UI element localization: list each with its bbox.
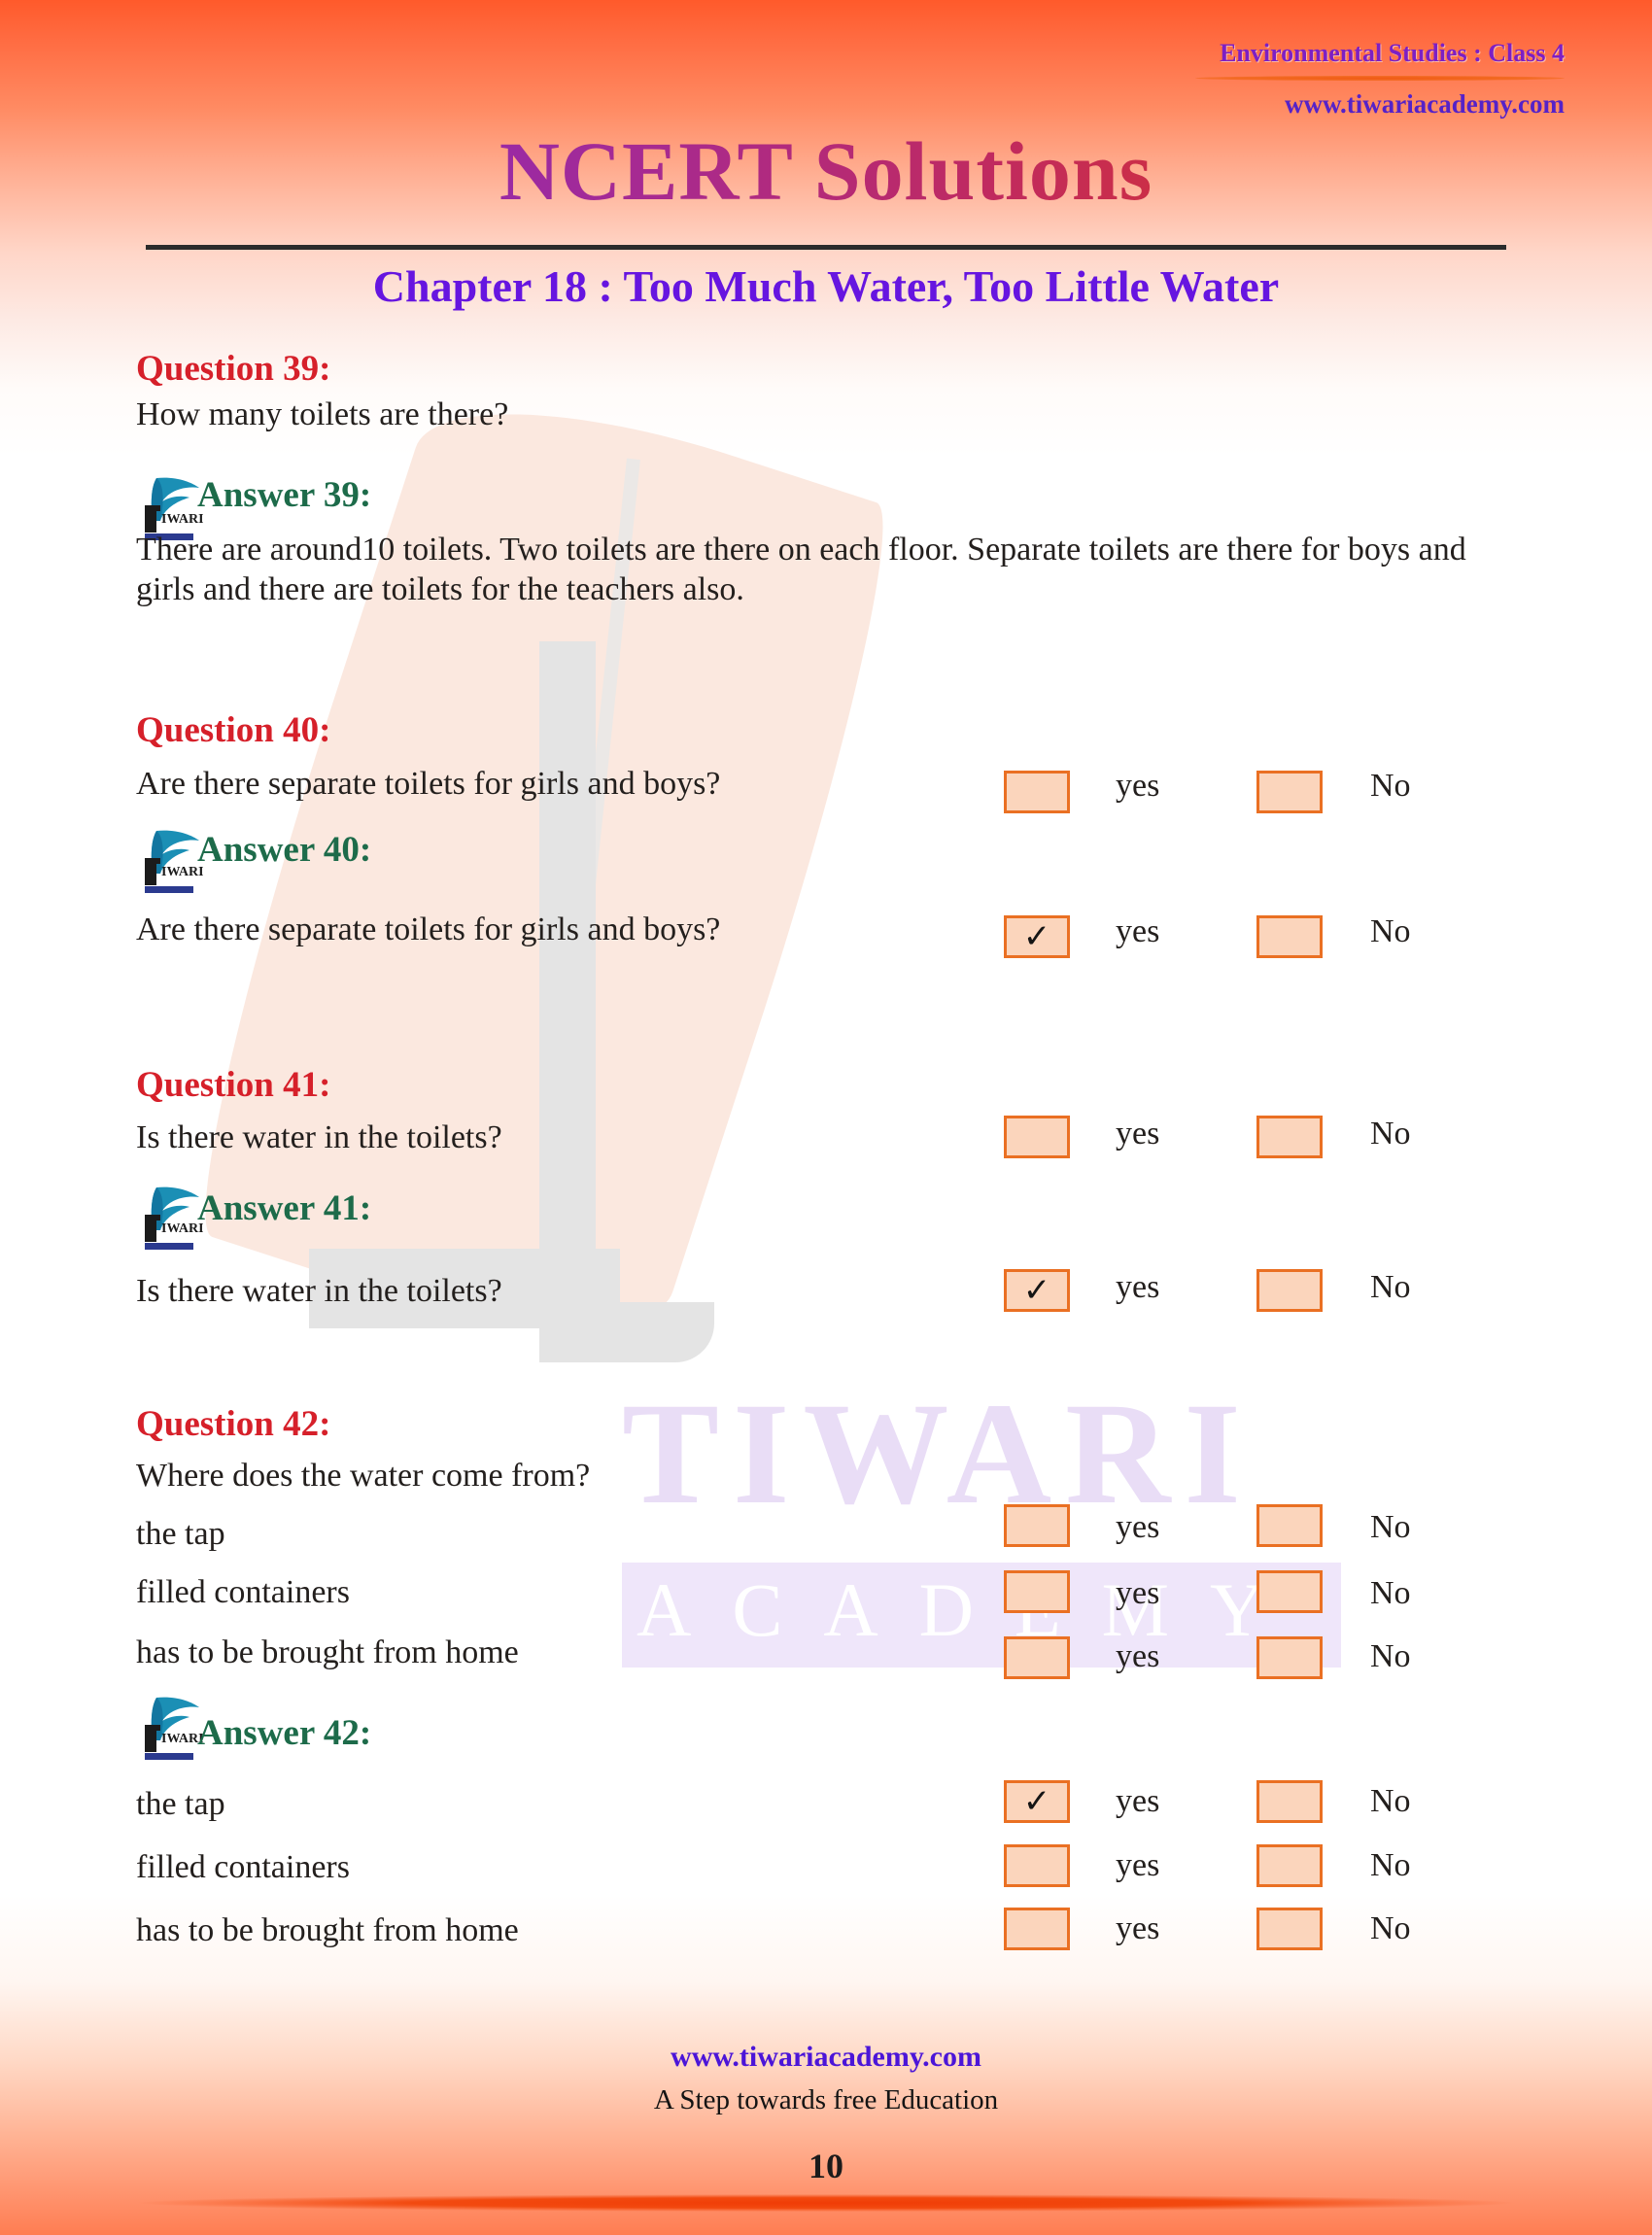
question-41-yes-label: yes bbox=[1116, 1116, 1160, 1152]
answer-41-no-checkbox[interactable] bbox=[1256, 1269, 1323, 1312]
question-40-yes-label: yes bbox=[1116, 768, 1160, 804]
header-subject: Environmental Studies : Class 4 bbox=[1220, 39, 1565, 67]
question-42-option-3-no-checkbox[interactable] bbox=[1256, 1636, 1323, 1679]
answer-40-label: Answer 40: bbox=[197, 830, 372, 870]
question-42-option-2-no-label: No bbox=[1370, 1575, 1411, 1611]
answer-40-yes-checkbox[interactable]: ✓ bbox=[1004, 915, 1070, 958]
title-divider bbox=[146, 245, 1506, 250]
question-42-option-3-yes-label: yes bbox=[1116, 1638, 1160, 1674]
answer-42-option-2-yes-checkbox[interactable] bbox=[1004, 1844, 1070, 1887]
tiwari-academy-logo-icon: IWARI bbox=[131, 1186, 203, 1250]
answer-42-option-2-label: filled containers bbox=[136, 1849, 350, 1885]
question-42-option-1-no-checkbox[interactable] bbox=[1256, 1504, 1323, 1547]
question-42-option-3-label: has to be brought from home bbox=[136, 1634, 519, 1670]
question-42-option-3-yes-checkbox[interactable] bbox=[1004, 1636, 1070, 1679]
header-divider bbox=[1195, 76, 1565, 81]
checkmark-icon: ✓ bbox=[1022, 1782, 1051, 1821]
footer-divider bbox=[136, 2194, 1516, 2212]
answer-41-no-label: No bbox=[1370, 1269, 1411, 1305]
question-42-option-1-yes-label: yes bbox=[1116, 1509, 1160, 1545]
question-40-label: Question 40: bbox=[136, 710, 331, 750]
question-42-text: Where does the water come from? bbox=[136, 1458, 591, 1494]
question-41-text: Is there water in the toilets? bbox=[136, 1119, 502, 1155]
question-42-option-2-no-checkbox[interactable] bbox=[1256, 1570, 1323, 1613]
question-42-option-2-yes-checkbox[interactable] bbox=[1004, 1570, 1070, 1613]
question-41-yes-checkbox[interactable] bbox=[1004, 1116, 1070, 1158]
answer-39-text: There are around10 toilets. Two toilets … bbox=[136, 532, 1466, 608]
answer-42-option-1-yes-label: yes bbox=[1116, 1783, 1160, 1819]
answer-39-label: Answer 39: bbox=[197, 475, 372, 515]
answer-42-option-3-yes-checkbox[interactable] bbox=[1004, 1908, 1070, 1950]
question-39-text: How many toilets are there? bbox=[136, 396, 509, 432]
checkmark-icon: ✓ bbox=[1022, 1271, 1051, 1310]
answer-40-yes-label: yes bbox=[1116, 913, 1160, 949]
page-canvas: TIWARI ACADEMY Environmental Studies : C… bbox=[0, 0, 1652, 2235]
answer-42-option-3-no-checkbox[interactable] bbox=[1256, 1908, 1323, 1950]
question-40-no-checkbox[interactable] bbox=[1256, 771, 1323, 813]
question-42-option-1-no-label: No bbox=[1370, 1509, 1411, 1545]
tiwari-academy-logo-icon: IWARI bbox=[131, 829, 203, 893]
question-42-option-1-label: the tap bbox=[136, 1516, 225, 1552]
answer-40-no-label: No bbox=[1370, 913, 1411, 949]
question-40-no-label: No bbox=[1370, 768, 1411, 804]
question-41-label: Question 41: bbox=[136, 1065, 331, 1105]
answer-42-option-1-label: the tap bbox=[136, 1786, 225, 1822]
answer-42-option-1-no-checkbox[interactable] bbox=[1256, 1780, 1323, 1823]
answer-41-label: Answer 41: bbox=[197, 1188, 372, 1228]
question-41-no-checkbox[interactable] bbox=[1256, 1116, 1323, 1158]
question-42-option-1-yes-checkbox[interactable] bbox=[1004, 1504, 1070, 1547]
header-website-link[interactable]: www.tiwariacademy.com bbox=[1285, 89, 1565, 120]
answer-40-no-checkbox[interactable] bbox=[1256, 915, 1323, 958]
answer-42-option-1-no-label: No bbox=[1370, 1783, 1411, 1819]
question-42-option-2-yes-label: yes bbox=[1116, 1575, 1160, 1611]
answer-42-option-2-no-label: No bbox=[1370, 1847, 1411, 1883]
answer-42-option-3-yes-label: yes bbox=[1116, 1910, 1160, 1946]
page-number: 10 bbox=[809, 2147, 843, 2185]
question-42-option-2-label: filled containers bbox=[136, 1574, 350, 1610]
answer-42-option-2-no-checkbox[interactable] bbox=[1256, 1844, 1323, 1887]
footer-tagline: A Step towards free Education bbox=[653, 2084, 999, 2115]
tiwari-academy-logo-icon: IWARI bbox=[131, 1696, 203, 1760]
answer-42-option-2-yes-label: yes bbox=[1116, 1847, 1160, 1883]
question-41-no-label: No bbox=[1370, 1116, 1411, 1152]
question-39-label: Question 39: bbox=[136, 349, 331, 389]
question-42-label: Question 42: bbox=[136, 1404, 331, 1444]
answer-42-option-3-label: has to be brought from home bbox=[136, 1912, 519, 1948]
content-layer: Environmental Studies : Class 4 www.tiwa… bbox=[0, 0, 1652, 2235]
answer-41-yes-label: yes bbox=[1116, 1269, 1160, 1305]
footer-website-link[interactable]: www.tiwariacademy.com bbox=[0, 2041, 1652, 2074]
chapter-title: Chapter 18 : Too Much Water, Too Little … bbox=[372, 261, 1280, 311]
question-42-option-3-no-label: No bbox=[1370, 1638, 1411, 1674]
answer-42-option-3-no-label: No bbox=[1370, 1910, 1411, 1946]
answer-41-yes-checkbox[interactable]: ✓ bbox=[1004, 1269, 1070, 1312]
question-40-yes-checkbox[interactable] bbox=[1004, 771, 1070, 813]
answer-42-option-1-yes-checkbox[interactable]: ✓ bbox=[1004, 1780, 1070, 1823]
answer-41-text: Is there water in the toilets? bbox=[136, 1273, 502, 1309]
page-title: NCERT Solutions bbox=[0, 122, 1652, 220]
question-40-text: Are there separate toilets for girls and… bbox=[136, 766, 721, 802]
checkmark-icon: ✓ bbox=[1022, 917, 1051, 956]
answer-42-label: Answer 42: bbox=[197, 1713, 372, 1753]
answer-40-text: Are there separate toilets for girls and… bbox=[136, 911, 721, 947]
